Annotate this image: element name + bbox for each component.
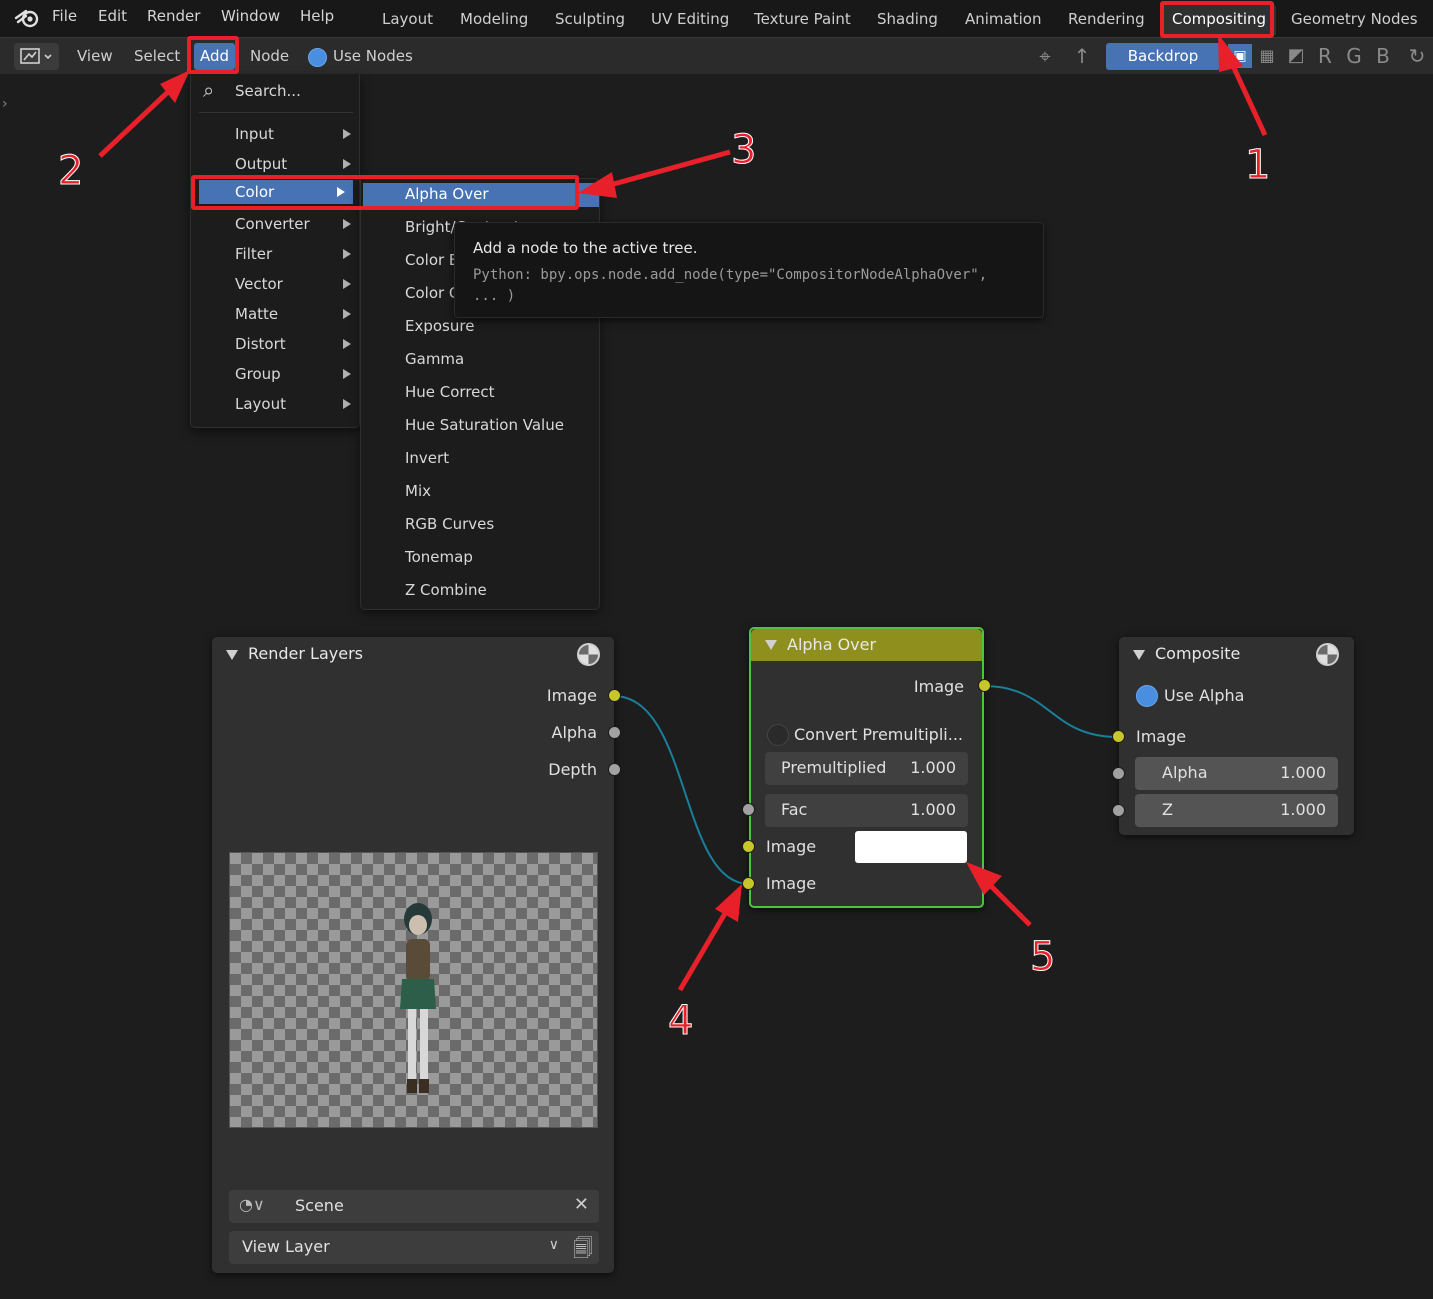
annotation-number-5: 5 — [1029, 934, 1056, 981]
annotation-arrows — [98, 34, 1268, 992]
annotation-number-2: 2 — [57, 148, 84, 195]
annotation-number-1: 1 — [1244, 142, 1271, 189]
annotation-number-3: 3 — [730, 127, 757, 174]
annotation-number-4: 4 — [667, 998, 694, 1045]
